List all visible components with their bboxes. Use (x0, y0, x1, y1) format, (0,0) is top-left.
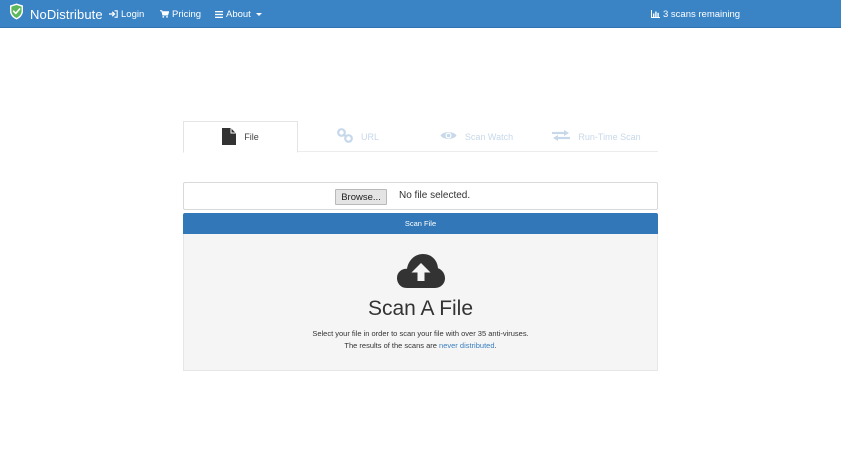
results-note-prefix: The results of the scans are (344, 341, 440, 350)
file-icon (222, 127, 237, 147)
browse-button[interactable]: Browse... (335, 189, 387, 205)
tab-scan-watch-label: Scan Watch (464, 131, 514, 142)
tab-url-label: URL (360, 131, 379, 142)
caret-down-icon (255, 13, 262, 16)
never-distributed-link[interactable]: never distributed (439, 341, 494, 350)
scan-file-button[interactable]: Scan File (183, 213, 658, 234)
tab-run-time-scan-label: Run-Time Scan (578, 131, 641, 142)
file-input[interactable]: Browse... No file selected. (183, 182, 658, 210)
nav-pricing[interactable]: Pricing (160, 0, 201, 28)
brand-link[interactable]: NoDistribute (9, 3, 103, 25)
tab-scan-watch[interactable]: Scan Watch (418, 121, 535, 152)
top-navbar: NoDistribute Login Pricing About 3 scans… (0, 0, 841, 28)
link-icon (337, 128, 353, 145)
eye-icon (440, 130, 457, 143)
cloud-upload-icon (397, 253, 445, 294)
results-note-suffix: . (494, 341, 497, 350)
sign-in-icon (109, 10, 118, 18)
nav-login[interactable]: Login (109, 0, 144, 28)
hamburger-icon (215, 10, 223, 18)
nav-about-label: About (226, 8, 251, 20)
drop-panel-title: Scan A File (367, 297, 474, 320)
nav-about-dropdown[interactable]: About (215, 0, 262, 28)
scans-remaining[interactable]: 3 scans remaining (651, 0, 740, 28)
scan-drop-panel[interactable]: Scan A File Select your file in order to… (183, 234, 658, 371)
bar-chart-icon (651, 10, 660, 18)
brand-name: NoDistribute (30, 6, 103, 22)
exchange-icon (552, 130, 571, 143)
nav-login-label: Login (121, 8, 145, 20)
shield-check-icon (9, 3, 24, 25)
tab-file[interactable]: File (183, 121, 298, 153)
tab-run-time-scan[interactable]: Run-Time Scan (535, 121, 658, 152)
drop-panel-results-note: The results of the scans are never distr… (184, 341, 657, 350)
file-status-text: No file selected. (399, 190, 471, 201)
nav-pricing-label: Pricing (172, 8, 202, 20)
tab-url[interactable]: URL (298, 121, 418, 152)
scan-type-tabs: File URL Scan Watch Run-Time Scan (183, 121, 658, 153)
cart-icon (160, 10, 169, 18)
tab-file-label: File (244, 132, 259, 142)
scans-remaining-label: 3 scans remaining (663, 8, 741, 20)
drop-panel-description: Select your file in order to scan your f… (312, 329, 529, 338)
